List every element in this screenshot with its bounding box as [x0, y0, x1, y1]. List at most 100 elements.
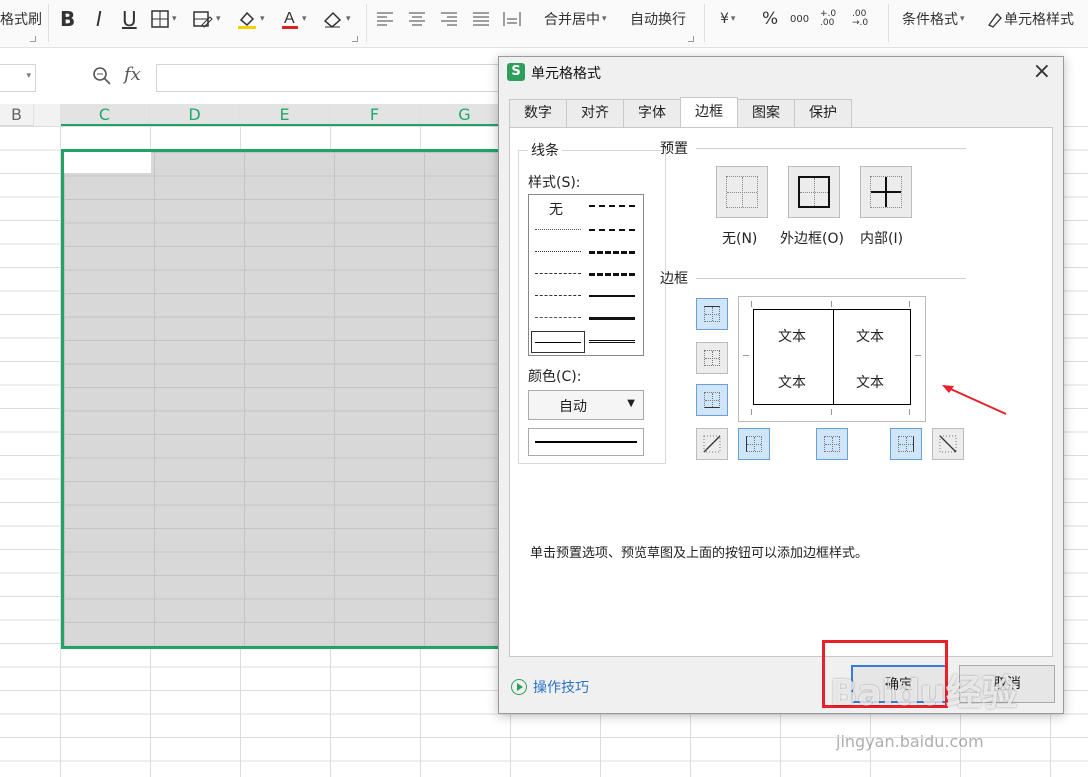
- line-style-option[interactable]: [589, 317, 635, 320]
- line-style-option[interactable]: [589, 229, 635, 231]
- column-label: G: [458, 105, 471, 124]
- tab-pattern[interactable]: 图案: [737, 99, 795, 127]
- border-top-button[interactable]: [696, 298, 728, 330]
- name-box[interactable]: ▾: [0, 64, 36, 92]
- preset-none-button[interactable]: [716, 166, 768, 218]
- column-header-d[interactable]: D: [150, 104, 240, 126]
- color-select[interactable]: 自动 ▼: [528, 390, 644, 420]
- line-style-option[interactable]: [535, 295, 581, 296]
- tab-font[interactable]: 字体: [623, 99, 681, 127]
- fill-border-button[interactable]: ▾: [192, 6, 221, 32]
- preset-none-icon: [726, 176, 758, 208]
- alignment-launcher-icon[interactable]: [688, 36, 694, 42]
- clear-button[interactable]: ▾: [322, 6, 351, 32]
- ribbon-toolbar: 格式刷 B I U ▾ ▾ ▾ A ▾ ▾ 合并居中 ▾ 自动换行 ¥ ▾ % 000…: [0, 0, 1088, 48]
- selected-range[interactable]: [61, 149, 521, 649]
- preview-inner-vertical: [833, 310, 834, 404]
- conditional-format-button[interactable]: 条件格式 ▾: [902, 6, 965, 32]
- align-center-icon: [409, 12, 425, 26]
- percent-button[interactable]: %: [762, 6, 778, 32]
- preset-none-label: 无(N): [722, 231, 758, 247]
- increase-decimal-button[interactable]: +.0 .00: [820, 6, 846, 32]
- preview-box[interactable]: 文本 文本 文本 文本: [753, 309, 911, 405]
- cell-style-button[interactable]: 单元格样式: [986, 6, 1074, 32]
- column-header-b[interactable]: B: [0, 104, 34, 126]
- column-label: D: [188, 105, 201, 124]
- color-label: 颜色(C):: [528, 369, 582, 385]
- preset-outline-button[interactable]: [788, 166, 840, 218]
- border-diagonal-down-button[interactable]: [932, 428, 964, 460]
- border-right-button[interactable]: [890, 428, 922, 460]
- preset-inside-icon: [870, 176, 902, 208]
- percent-icon: %: [762, 9, 779, 29]
- border-bottom-button[interactable]: [696, 384, 728, 416]
- line-style-list[interactable]: 无: [528, 194, 644, 356]
- preview-text: 文本: [856, 329, 884, 345]
- line-style-option[interactable]: [535, 251, 581, 252]
- column-header-c[interactable]: C: [60, 104, 150, 126]
- column-header-f[interactable]: F: [330, 104, 420, 126]
- close-icon[interactable]: ×: [1033, 59, 1051, 84]
- formula-input[interactable]: [156, 64, 556, 92]
- wrap-text-button[interactable]: 自动换行: [630, 6, 686, 32]
- tab-border[interactable]: 边框: [680, 97, 738, 127]
- zoom-icon[interactable]: [92, 66, 112, 91]
- align-right-button[interactable]: [440, 6, 458, 32]
- border-button[interactable]: ▾: [150, 6, 177, 32]
- border-middle-button[interactable]: [696, 342, 728, 374]
- line-style-option[interactable]: [535, 317, 581, 318]
- justify-button[interactable]: [472, 6, 490, 32]
- bold-button[interactable]: B: [60, 6, 75, 32]
- tab-number[interactable]: 数字: [509, 99, 567, 127]
- style-label: 样式(S):: [528, 175, 581, 191]
- line-style-option[interactable]: [535, 229, 581, 230]
- line-style-option[interactable]: [589, 251, 635, 254]
- thousands-button[interactable]: 000: [790, 6, 809, 32]
- ribbon-separator: [704, 4, 705, 42]
- chevron-down-icon: ▾: [26, 71, 31, 81]
- fx-button[interactable]: fx: [124, 64, 141, 85]
- tab-alignment[interactable]: 对齐: [566, 99, 624, 127]
- border-center-button[interactable]: [816, 428, 848, 460]
- border-left-button[interactable]: [738, 428, 770, 460]
- distribute-icon: [503, 12, 521, 26]
- font-launcher-icon[interactable]: [352, 36, 358, 42]
- format-painter-button[interactable]: 格式刷: [0, 6, 42, 32]
- style-none-option[interactable]: 无: [549, 199, 563, 219]
- line-style-option[interactable]: [589, 340, 635, 343]
- increase-decimal-icon: +.0 .00: [820, 9, 837, 28]
- font-color-button[interactable]: A ▾: [280, 6, 307, 32]
- fill-color-button[interactable]: ▾: [236, 6, 265, 32]
- align-left-button[interactable]: [376, 6, 394, 32]
- border-diagonal-up-button[interactable]: [696, 428, 728, 460]
- border-preview[interactable]: 文本 文本 文本 文本: [738, 296, 926, 422]
- currency-button[interactable]: ¥ ▾: [720, 6, 735, 32]
- magnifier-icon: [93, 67, 111, 85]
- chevron-down-icon: ▾: [216, 14, 221, 24]
- distribute-button[interactable]: [502, 6, 522, 32]
- column-header-row: B C D E F G: [0, 104, 510, 126]
- border-bottom-icon: [704, 392, 720, 408]
- preset-inside-button[interactable]: [860, 166, 912, 218]
- line-style-option[interactable]: [589, 295, 635, 297]
- chevron-down-icon: ▾: [302, 14, 307, 24]
- italic-button[interactable]: I: [96, 6, 102, 32]
- line-style-option[interactable]: [589, 273, 635, 276]
- column-header-e[interactable]: E: [240, 104, 330, 126]
- tab-protection[interactable]: 保护: [794, 99, 852, 127]
- column-header-g[interactable]: G: [420, 104, 510, 126]
- selected-line-style[interactable]: [531, 331, 585, 353]
- preview-text: 文本: [778, 375, 806, 391]
- underline-button[interactable]: U: [122, 6, 137, 32]
- tips-link[interactable]: 操作技巧: [511, 677, 589, 697]
- color-select-value: 自动: [559, 399, 587, 415]
- active-cell[interactable]: [64, 152, 151, 173]
- align-center-button[interactable]: [408, 6, 426, 32]
- line-style-option[interactable]: [535, 273, 581, 274]
- line-style-option[interactable]: [589, 205, 635, 207]
- diagonal-up-icon: [703, 435, 721, 453]
- preset-outline-icon: [798, 176, 830, 208]
- clipboard-launcher-icon[interactable]: [30, 36, 36, 42]
- merge-center-button[interactable]: 合并居中 ▾: [544, 6, 607, 32]
- decrease-decimal-button[interactable]: .00 →.0: [852, 6, 878, 32]
